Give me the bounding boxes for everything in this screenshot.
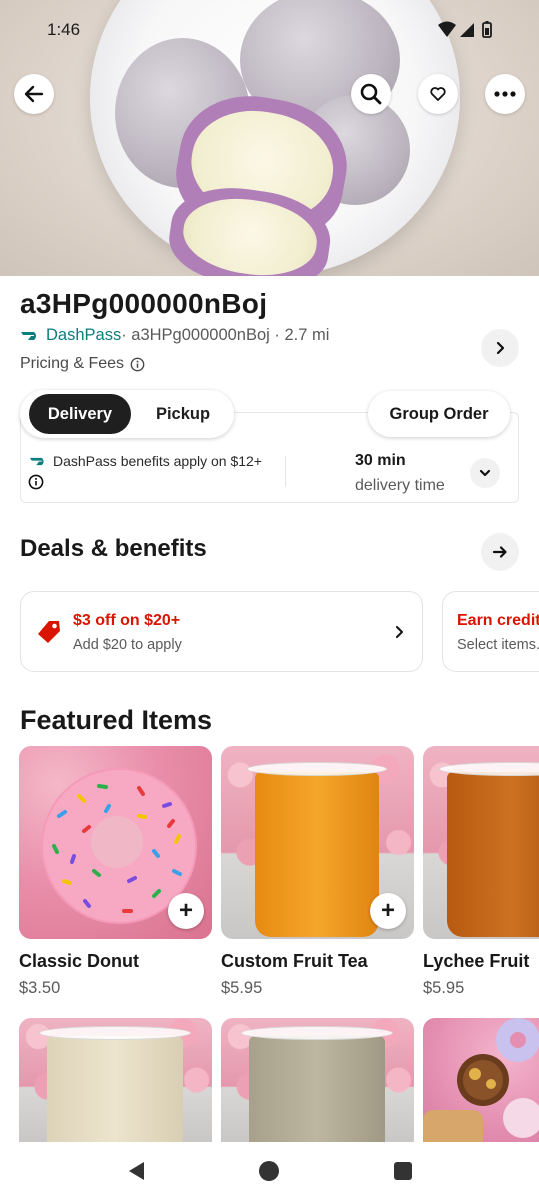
nav-back-icon[interactable] — [126, 1160, 146, 1182]
add-item-button[interactable]: + — [370, 893, 406, 929]
search-button[interactable] — [351, 74, 391, 114]
cup-lid — [241, 1026, 393, 1040]
deal-subtitle: Add $20 to apply — [73, 637, 182, 653]
item-image: + — [221, 746, 414, 939]
delivery-option[interactable]: Delivery — [29, 394, 131, 434]
item-image[interactable] — [423, 1018, 539, 1142]
arrow-right-icon — [492, 546, 507, 558]
store-meta: DashPass · a3HPg000000nBoj · 2.7 mi — [20, 326, 329, 345]
add-item-button[interactable]: + — [168, 893, 204, 929]
search-icon — [360, 83, 382, 105]
favorite-button[interactable] — [418, 74, 458, 114]
chevron-right-icon — [396, 626, 403, 638]
deal-card[interactable]: $3 off on $20+ Add $20 to apply — [20, 591, 423, 672]
tea-cup — [447, 772, 539, 937]
featured-title: Featured Items — [20, 705, 213, 735]
store-hero-image — [0, 0, 539, 276]
deals-see-all-button[interactable] — [481, 533, 519, 571]
dashpass-label: DashPass — [46, 326, 122, 344]
featured-item[interactable]: + Custom Fruit Tea $5.95 — [221, 746, 414, 997]
signal-icon — [460, 23, 474, 37]
item-name: Classic Donut — [19, 951, 140, 971]
wifi-icon — [438, 21, 456, 37]
store-meta-text: · a3HPg000000nBoj · 2.7 mi — [121, 326, 330, 344]
nav-recents-icon[interactable] — [393, 1161, 413, 1181]
delivery-time-value: 30 min — [355, 452, 406, 469]
fulfillment-toggle: Delivery Pickup — [20, 390, 234, 438]
pricing-fees-label: Pricing & Fees — [20, 355, 125, 372]
dashpass-benefit-text: DashPass benefits apply on $12+ — [53, 453, 262, 469]
item-image: + — [19, 746, 212, 939]
item-name: Custom Fruit Tea — [221, 951, 368, 971]
store-name: a3HPg000000nBoj — [20, 288, 268, 319]
back-button[interactable] — [14, 74, 54, 114]
deals-title: Deals & benefits — [20, 535, 207, 562]
divider — [285, 456, 286, 487]
deal-card[interactable]: Earn credit Select items. — [442, 591, 539, 672]
deal-title: $3 off on $20+ — [73, 612, 181, 629]
item-price: $3.50 — [19, 979, 61, 997]
system-nav-bar — [0, 1142, 539, 1200]
item-price: $5.95 — [221, 979, 263, 997]
item-price: $5.95 — [423, 979, 465, 997]
chevron-right-icon — [496, 341, 505, 355]
status-icons — [438, 21, 492, 38]
milk-tea-cup — [47, 1036, 183, 1142]
featured-item[interactable]: + Classic Donut $3.50 — [19, 746, 212, 997]
dashpass-logo-icon — [21, 331, 36, 340]
nav-home-icon[interactable] — [258, 1160, 280, 1182]
more-dots-icon — [494, 91, 516, 97]
delivery-time-label: delivery time — [355, 477, 445, 494]
more-options-button[interactable] — [485, 74, 525, 114]
info-icon[interactable] — [28, 474, 44, 490]
milk-tea-cup — [249, 1036, 385, 1142]
deal-title: Earn credit — [457, 612, 539, 629]
cup-lid — [247, 762, 387, 776]
chevron-down-icon — [479, 469, 491, 477]
featured-item[interactable]: Lychee Fruit $5.95 — [423, 746, 539, 1006]
item-image[interactable] — [19, 1018, 212, 1142]
back-arrow-icon — [24, 85, 44, 103]
pickup-option[interactable]: Pickup — [136, 394, 230, 434]
group-order-button[interactable]: Group Order — [368, 391, 510, 437]
info-icon — [130, 357, 145, 371]
status-time: 1:46 — [47, 20, 81, 39]
heart-icon — [430, 87, 446, 101]
item-image[interactable] — [221, 1018, 414, 1142]
deal-subtitle: Select items. — [457, 637, 539, 653]
dashpass-benefit: DashPass benefits apply on $12+ — [29, 453, 262, 469]
item-name: Lychee Fruit — [423, 951, 530, 971]
pricing-fees-link[interactable]: Pricing & Fees — [20, 355, 145, 373]
cup-lid — [39, 1026, 191, 1040]
tag-icon — [38, 621, 60, 643]
tea-cup — [255, 772, 379, 937]
expand-delivery-button[interactable] — [470, 458, 500, 488]
item-image — [423, 746, 539, 939]
donut-assortment-image — [423, 1018, 539, 1142]
dashpass-logo-icon — [29, 457, 44, 465]
store-details-button[interactable] — [481, 329, 519, 367]
